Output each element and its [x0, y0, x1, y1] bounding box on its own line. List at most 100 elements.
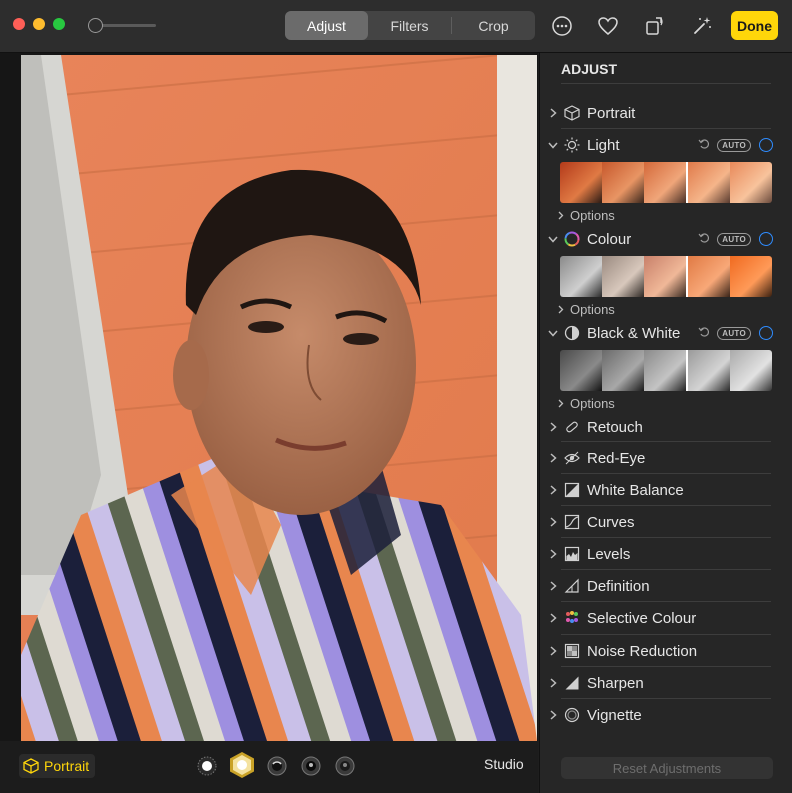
portrait-label: Portrait — [44, 758, 90, 774]
adjust-panel: ADJUST Portrait Light AUTO Options Colou… — [539, 53, 792, 793]
row-label: White Balance — [587, 481, 684, 499]
chevron-right-icon[interactable] — [543, 581, 563, 591]
row-retouch[interactable]: Retouch — [540, 413, 792, 441]
thumbnail — [644, 162, 688, 203]
rotate-icon[interactable] — [642, 13, 668, 39]
enable-toggle[interactable] — [759, 326, 773, 340]
chevron-right-icon — [558, 211, 564, 219]
row-label: Sharpen — [587, 674, 644, 692]
enable-toggle[interactable] — [759, 232, 773, 246]
zoom-slider-track[interactable] — [96, 24, 156, 27]
row-curves[interactable]: Curves — [540, 508, 792, 536]
toolbar: Adjust Filters Crop Done — [0, 0, 792, 53]
cube-icon — [563, 104, 581, 122]
undo-icon[interactable] — [698, 136, 710, 154]
divider — [561, 634, 771, 635]
enable-toggle[interactable] — [759, 138, 773, 152]
heart-icon[interactable] — [595, 13, 621, 39]
tab-crop[interactable]: Crop — [452, 11, 535, 40]
tab-filters[interactable]: Filters — [368, 11, 451, 40]
zoom-slider-knob[interactable] — [88, 18, 103, 33]
light-options-toggle[interactable]: Options — [558, 206, 615, 224]
row-white-balance[interactable]: White Balance — [540, 476, 792, 504]
chevron-right-icon[interactable] — [543, 517, 563, 527]
chevron-right-icon[interactable] — [543, 453, 563, 463]
stage-light-icon[interactable] — [301, 756, 321, 776]
portrait-toggle-button[interactable]: Portrait — [19, 754, 96, 778]
bw-thumbnail-slider[interactable] — [560, 350, 772, 391]
row-noise-reduction[interactable]: Noise Reduction — [540, 637, 792, 665]
reset-adjustments-button[interactable]: Reset Adjustments — [561, 757, 773, 779]
chevron-right-icon[interactable] — [543, 613, 563, 623]
thumbnail — [730, 162, 772, 203]
chevron-down-icon[interactable] — [543, 236, 563, 243]
contour-light-icon[interactable] — [267, 756, 287, 776]
row-label: Levels — [587, 545, 631, 563]
row-colour[interactable]: Colour AUTO — [540, 225, 792, 253]
chevron-right-icon[interactable] — [543, 422, 563, 432]
row-label: Retouch — [587, 418, 643, 436]
row-label: Noise Reduction — [587, 642, 698, 660]
divider — [561, 128, 771, 129]
row-label: Colour — [587, 230, 632, 248]
magic-wand-icon[interactable] — [689, 13, 715, 39]
colour-options-toggle[interactable]: Options — [558, 300, 615, 318]
row-light[interactable]: Light AUTO — [540, 131, 792, 159]
vignette-icon — [563, 706, 581, 724]
minimize-window-button[interactable] — [33, 18, 45, 30]
divider — [561, 666, 771, 667]
chevron-right-icon[interactable] — [543, 549, 563, 559]
half-circle-icon — [563, 324, 581, 342]
chevron-right-icon — [558, 399, 564, 407]
chevron-right-icon[interactable] — [543, 678, 563, 688]
chevron-right-icon — [558, 305, 564, 313]
thumbnail — [688, 162, 730, 203]
row-selective-colour[interactable]: Selective Colour — [540, 604, 792, 632]
fullscreen-window-button[interactable] — [53, 18, 65, 30]
tab-adjust[interactable]: Adjust — [285, 11, 368, 40]
chevron-right-icon[interactable] — [543, 710, 563, 720]
divider — [561, 441, 771, 442]
more-icon[interactable] — [549, 13, 575, 39]
undo-icon[interactable] — [698, 230, 710, 248]
edit-mode-segmented-control: Adjust Filters Crop — [285, 11, 535, 40]
divider — [561, 83, 771, 84]
bw-options-toggle[interactable]: Options — [558, 394, 615, 412]
divider — [561, 601, 771, 602]
auto-button[interactable]: AUTO — [717, 232, 751, 246]
cube-icon — [23, 758, 39, 774]
row-levels[interactable]: Levels — [540, 540, 792, 568]
selective-colour-icon — [563, 609, 581, 627]
undo-icon[interactable] — [698, 324, 710, 342]
natural-light-icon[interactable] — [197, 756, 217, 776]
row-definition[interactable]: Definition — [540, 572, 792, 600]
studio-light-icon[interactable] — [228, 751, 256, 779]
auto-button[interactable]: AUTO — [717, 326, 751, 340]
row-black-white[interactable]: Black & White AUTO — [540, 319, 792, 347]
divider — [561, 537, 771, 538]
divider — [561, 473, 771, 474]
row-portrait[interactable]: Portrait — [540, 99, 792, 127]
stage-light-mono-icon[interactable] — [335, 756, 355, 776]
thumbnail — [560, 162, 602, 203]
done-button[interactable]: Done — [731, 11, 778, 40]
close-window-button[interactable] — [13, 18, 25, 30]
thumbnail — [560, 256, 602, 297]
chevron-right-icon[interactable] — [543, 646, 563, 656]
chevron-right-icon[interactable] — [543, 108, 563, 118]
sun-icon — [563, 136, 581, 154]
row-vignette[interactable]: Vignette — [540, 701, 792, 729]
row-label: Portrait — [587, 104, 636, 122]
current-lighting-label: Studio — [484, 756, 524, 772]
chevron-down-icon[interactable] — [543, 142, 563, 149]
sharpen-icon — [563, 674, 581, 692]
row-red-eye[interactable]: Red-Eye — [540, 444, 792, 472]
divider — [561, 698, 771, 699]
chevron-down-icon[interactable] — [543, 330, 563, 337]
auto-button[interactable]: AUTO — [717, 138, 751, 152]
light-thumbnail-slider[interactable] — [560, 162, 772, 203]
chevron-right-icon[interactable] — [543, 485, 563, 495]
thumbnail — [644, 350, 688, 391]
colour-thumbnail-slider[interactable] — [560, 256, 772, 297]
row-sharpen[interactable]: Sharpen — [540, 669, 792, 697]
